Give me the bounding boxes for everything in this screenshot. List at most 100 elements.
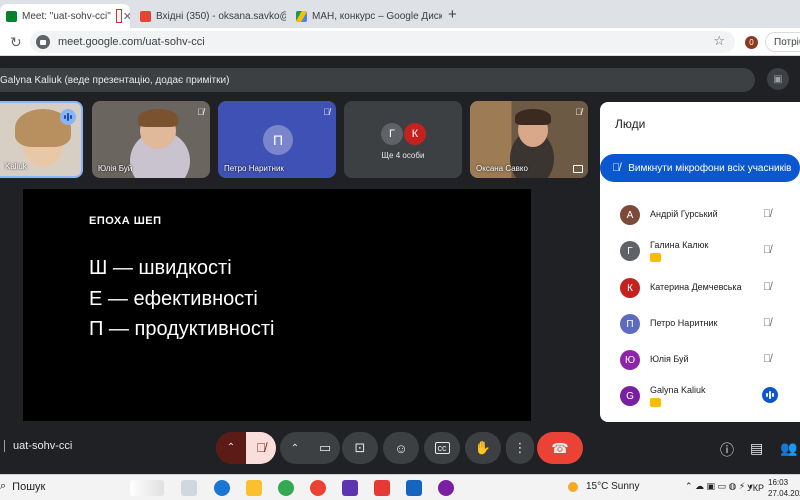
- more-participants-label: Ще 4 особи: [381, 151, 425, 160]
- new-tab-button[interactable]: +: [448, 6, 457, 23]
- participant-row[interactable]: П Петро Наритник 🎙̸: [620, 310, 800, 340]
- mic-control: ⌃ 🎙̸: [216, 432, 276, 464]
- people-icon[interactable]: 👥: [780, 440, 797, 457]
- tab-meet[interactable]: Meet: "uat-sohv-cci" ✕: [0, 4, 130, 28]
- tile-name: Оксана Савко: [476, 164, 528, 173]
- present-button[interactable]: ⊡: [342, 432, 378, 464]
- file-explorer-icon[interactable]: [246, 480, 262, 496]
- site-info-icon[interactable]: [36, 35, 50, 49]
- avatar: К: [404, 123, 426, 145]
- mic-off-icon[interactable]: 🎙̸: [763, 353, 771, 365]
- omnibox[interactable]: meet.google.com/uat-sohv-cci ☆: [30, 31, 735, 53]
- update-button[interactable]: Потріб: [765, 32, 800, 52]
- hand-icon: ✋: [474, 440, 492, 455]
- more-options-button[interactable]: ⋮: [506, 432, 534, 464]
- word-icon[interactable]: [406, 480, 422, 496]
- mic-toggle-button[interactable]: 🎙̸: [246, 432, 276, 464]
- mic-off-icon: 🎙̸: [575, 107, 582, 117]
- weather-text: 15°C Sunny: [586, 481, 640, 492]
- tab-title: Вхідні (350) - oksana.savko@m: [156, 10, 286, 22]
- avatar: Ю: [620, 350, 640, 370]
- presenter-text: Galyna Kaliuk (веде презентацію, додає п…: [0, 74, 230, 86]
- mic-off-icon[interactable]: 🎙̸: [763, 281, 771, 293]
- participant-row[interactable]: А Андрій Гурський 🎙̸: [620, 201, 800, 231]
- leave-call-button[interactable]: ☎: [537, 432, 583, 464]
- participant-row[interactable]: К Катерина Демчевська 🎙̸: [620, 274, 800, 304]
- participant-list: А Андрій Гурський 🎙̸ Г Галина Калюк 🎙̸ К…: [608, 190, 800, 416]
- clock-date: 27.04.2023: [768, 489, 800, 498]
- slide-line: Ш — швидкості: [89, 257, 232, 279]
- captions-icon: cc: [434, 442, 450, 454]
- avatar: А: [620, 205, 640, 225]
- tab-title: МАН, конкурс – Google Диск: [312, 10, 442, 22]
- pip-icon: [573, 165, 583, 173]
- slide-line: П — продуктивності: [89, 318, 275, 340]
- participant-video-hair: [515, 109, 551, 125]
- more-vert-icon: ⋮: [513, 440, 527, 455]
- mic-off-icon[interactable]: 🎙̸: [763, 317, 771, 329]
- tab-gmail[interactable]: Вхідні (350) - oksana.savko@m ✕: [134, 4, 286, 28]
- participant-tile-kaliuk[interactable]: Kaliuk: [0, 101, 83, 178]
- clock[interactable]: 16:03 27.04.2023: [768, 477, 800, 499]
- participant-name: Galyna Kaliuk: [650, 385, 706, 395]
- mic-options-chevron-icon[interactable]: ⌃: [216, 432, 246, 464]
- chrome-profile-icon[interactable]: [310, 480, 326, 496]
- reload-icon[interactable]: ↻: [10, 34, 22, 51]
- chat-icon[interactable]: ▤: [750, 440, 763, 457]
- weather-widget[interactable]: 15°C Sunny: [568, 481, 639, 492]
- tab-title: Meet: "uat-sohv-cci": [22, 10, 111, 22]
- avatar: К: [620, 278, 640, 298]
- url-text[interactable]: meet.google.com/uat-sohv-cci: [58, 36, 205, 48]
- chrome-icon[interactable]: [278, 480, 294, 496]
- divider: [4, 440, 5, 453]
- speaking-indicator-icon: [60, 109, 76, 125]
- bookmark-star-icon[interactable]: ☆: [713, 33, 725, 49]
- avatar: Г: [381, 123, 403, 145]
- extension-icon[interactable]: 0: [745, 36, 758, 49]
- tab-drive[interactable]: МАН, конкурс – Google Диск ✕: [290, 4, 442, 28]
- mute-all-button[interactable]: 🎙̸ Вимкнути мікрофони всіх учасників: [600, 154, 800, 182]
- reactions-button[interactable]: ☺: [383, 432, 419, 464]
- mic-off-icon[interactable]: 🎙̸: [763, 208, 771, 220]
- hangup-icon: ☎: [551, 439, 569, 456]
- meet-favicon-icon: [6, 10, 17, 22]
- participant-name: Галина Калюк: [650, 240, 709, 250]
- system-tray[interactable]: ⌃ ☁ ▣ ▭ ◍ ⚡ ◖: [685, 481, 753, 492]
- participant-tile-oksana[interactable]: 🎙̸ Оксана Савко: [470, 101, 588, 178]
- participant-video-hair: [138, 109, 178, 127]
- participant-row[interactable]: G Galyna Kaliuk: [620, 382, 800, 412]
- slide-line: Е — ефективності: [89, 288, 258, 310]
- participant-tile-petro[interactable]: П 🎙̸ Петро Наритник: [218, 101, 336, 178]
- stop-presenting-icon[interactable]: ▣: [767, 68, 789, 90]
- captions-button[interactable]: cc: [424, 432, 460, 464]
- presenter-bar: Galyna Kaliuk (веде презентацію, додає п…: [0, 68, 755, 92]
- participant-tile-yulia[interactable]: 🎙̸ Юлія Буй: [92, 101, 210, 178]
- tile-name: Петро Наритник: [224, 164, 284, 173]
- language-indicator[interactable]: УКР: [747, 483, 764, 493]
- edge-icon[interactable]: [214, 480, 230, 496]
- participant-row[interactable]: Ю Юлія Буй 🎙̸: [620, 346, 800, 376]
- search-label: Пошук: [12, 480, 46, 493]
- meeting-code-text: uat-sohv-cci: [13, 440, 73, 452]
- speaking-indicator-icon: [762, 387, 778, 403]
- sparkle-widget-icon[interactable]: [130, 480, 164, 496]
- mic-off-icon: 🎙̸: [612, 162, 621, 174]
- participant-tile-more[interactable]: Г К Ще 4 особи: [344, 101, 462, 178]
- participant-name: Андрій Гурський: [650, 209, 718, 219]
- meeting-details-icon[interactable]: ⓘ: [720, 440, 734, 460]
- camera-options-chevron-icon[interactable]: ⌃: [280, 443, 310, 454]
- participant-name: Катерина Демчевська: [650, 282, 742, 292]
- taskbar-search[interactable]: ⌕ Пошук: [0, 480, 45, 493]
- camera-toggle-button[interactable]: ▭: [310, 440, 340, 456]
- raise-hand-button[interactable]: ✋: [465, 432, 501, 464]
- store-icon[interactable]: [342, 480, 358, 496]
- participant-row[interactable]: Г Галина Калюк 🎙̸: [620, 237, 800, 267]
- participant-name: Петро Наритник: [650, 318, 718, 328]
- emoji-icon: ☺: [394, 440, 408, 456]
- task-view-icon[interactable]: [181, 480, 197, 496]
- panel-title: Люди: [615, 117, 646, 131]
- viber-icon[interactable]: [438, 480, 454, 496]
- mic-off-icon[interactable]: 🎙̸: [763, 244, 771, 256]
- close-tab-icon[interactable]: ✕: [119, 10, 130, 23]
- mail-icon[interactable]: [374, 480, 390, 496]
